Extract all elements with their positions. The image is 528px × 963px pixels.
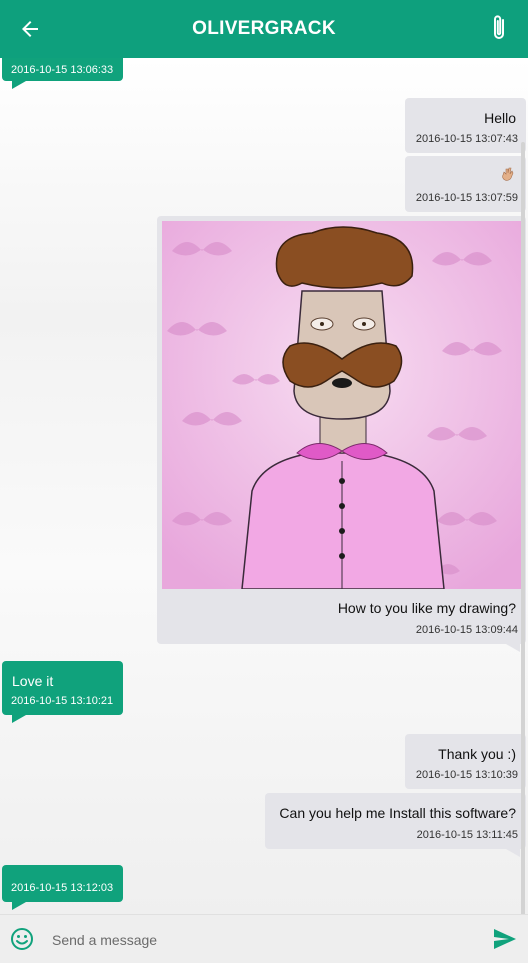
message-composer [0,914,528,963]
message-outgoing: Hello 2016-10-15 13:07:43 [405,98,526,153]
bubble-tail [506,849,520,857]
message-timestamp: 2016-10-15 13:09:44 [415,624,518,636]
message-incoming: 2016-10-15 13:12:03 [2,865,123,902]
message-text: Love it [12,673,54,689]
message-timestamp: 2016-10-15 13:06:33 [11,64,114,76]
message-timestamp: 2016-10-15 13:12:03 [11,882,114,894]
message-list[interactable]: 2016-10-15 13:06:33 Hello 2016-10-15 13:… [0,58,528,914]
attachment-icon[interactable] [488,13,510,43]
bubble-tail [12,902,26,910]
message-incoming: 2016-10-15 13:06:33 [2,58,123,81]
message-timestamp: 2016-10-15 13:07:59 [415,192,518,204]
message-text: Can you help me Install this software? [279,805,516,821]
message-timestamp: 2016-10-15 13:07:43 [415,133,518,145]
shared-drawing-image[interactable] [162,221,522,589]
emoji-icon[interactable] [10,927,34,951]
message-text: Thank you :) [438,746,516,762]
bubble-tail [506,644,520,652]
message-input[interactable] [50,925,474,955]
chat-header: OLIVERGRACK [0,0,528,58]
message-outgoing: 2016-10-15 13:07:59 [405,156,526,212]
bubble-tail [12,715,26,723]
bubble-tail [12,81,26,89]
message-text: How to you like my drawing? [337,600,516,616]
message-text: Hello [484,110,516,126]
hand-emoji-icon [502,167,514,181]
message-incoming: Love it 2016-10-15 13:10:21 [2,661,123,715]
message-timestamp: 2016-10-15 13:11:45 [416,829,518,841]
scrollbar[interactable] [521,142,525,914]
message-timestamp: 2016-10-15 13:10:21 [11,695,114,707]
message-outgoing: Can you help me Install this software? 2… [265,793,526,849]
send-icon[interactable] [492,927,518,951]
message-outgoing: Thank you :) 2016-10-15 13:10:39 [405,734,526,789]
message-timestamp: 2016-10-15 13:10:39 [415,769,518,781]
contact-name: OLIVERGRACK [192,18,336,39]
